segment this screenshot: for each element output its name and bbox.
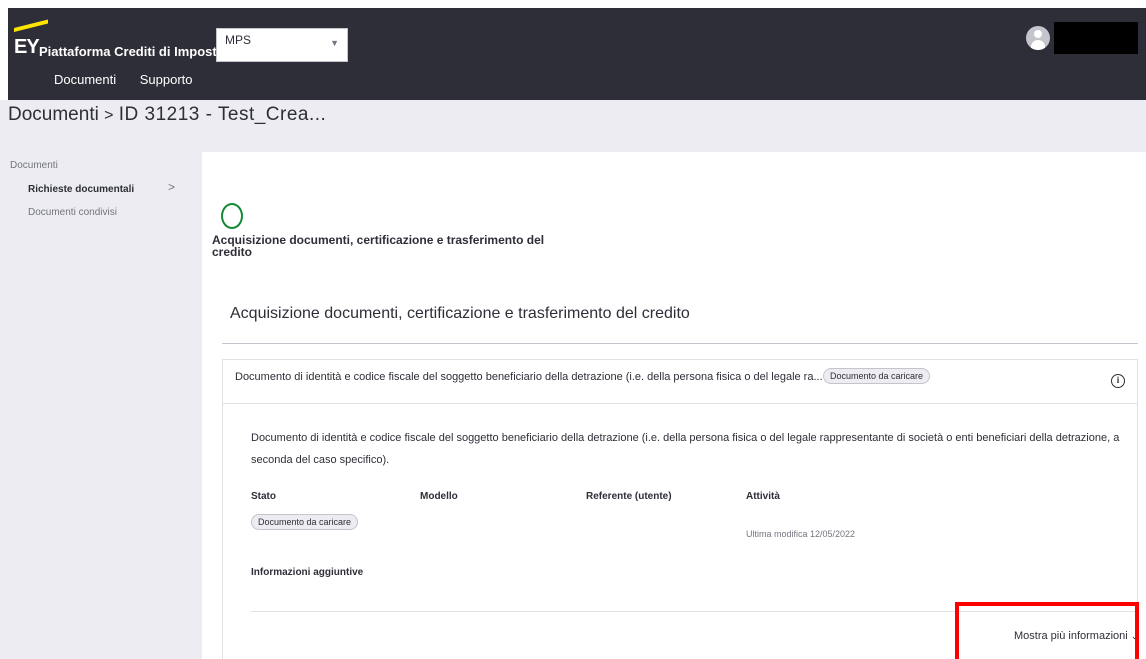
sidebar-title: Documenti [10,160,58,171]
last-modified-text: Ultima modifica 12/05/2022 [746,529,856,539]
sidebar-item-documenti-condivisi[interactable]: Documenti condivisi [28,207,117,218]
column-header-modello: Modello [420,491,458,502]
sidebar-item-richieste-documentali[interactable]: Richieste documentali [28,184,134,195]
section-title: Acquisizione documenti, certificazione e… [230,305,690,322]
status-badge: Documento da caricare [251,514,359,530]
sidebar: Documenti Richieste documentali > Docume… [0,152,202,659]
breadcrumb-separator: > [104,107,114,124]
additional-info-label: Informazioni aggiuntive [251,567,364,578]
ey-logo-text: EY [14,36,40,58]
user-name-redacted [1054,22,1138,54]
document-card-header-title: Documento di identità e codice fiscale d… [235,371,823,383]
step-status-circle-icon [221,203,243,229]
column-header-attivita: Attività [746,491,780,502]
breadcrumb: Documenti > ID 31213 - Test_Crea... [8,104,326,126]
client-select-value: MPS [225,33,252,47]
user-menu[interactable] [1026,22,1138,54]
ey-logo-beam [14,19,48,32]
status-badge: Documento da caricare [823,368,931,384]
app-header: EY Piattaforma Crediti di Imposta MPS ▼ … [8,8,1146,100]
nav-supporto[interactable]: Supporto [140,72,193,87]
breadcrumb-current: ID 31213 - Test_Crea... [118,104,327,125]
info-icon[interactable]: i [1111,374,1125,388]
nav-documenti[interactable]: Documenti [54,72,116,87]
document-description: Documento di identità e codice fiscale d… [251,432,1120,466]
client-select[interactable]: MPS ▼ [216,28,348,62]
breadcrumb-bar: Documenti > ID 31213 - Test_Crea... [0,100,1146,152]
highlight-box [955,602,1139,659]
divider [222,343,1138,344]
app-title: Piattaforma Crediti di Imposta [39,44,224,59]
chevron-right-icon: > [168,180,176,194]
breadcrumb-root[interactable]: Documenti [8,104,99,125]
step-title: Acquisizione documenti, certificazione e… [212,233,545,259]
column-header-referente: Referente (utente) [586,491,672,502]
chevron-down-icon: ▼ [330,38,339,48]
avatar-icon[interactable] [1026,26,1050,50]
column-header-stato: Stato [251,491,276,502]
main-nav: Documenti Supporto [54,72,213,87]
document-card-header[interactable]: Documento di identità e codice fiscale d… [223,360,1137,404]
